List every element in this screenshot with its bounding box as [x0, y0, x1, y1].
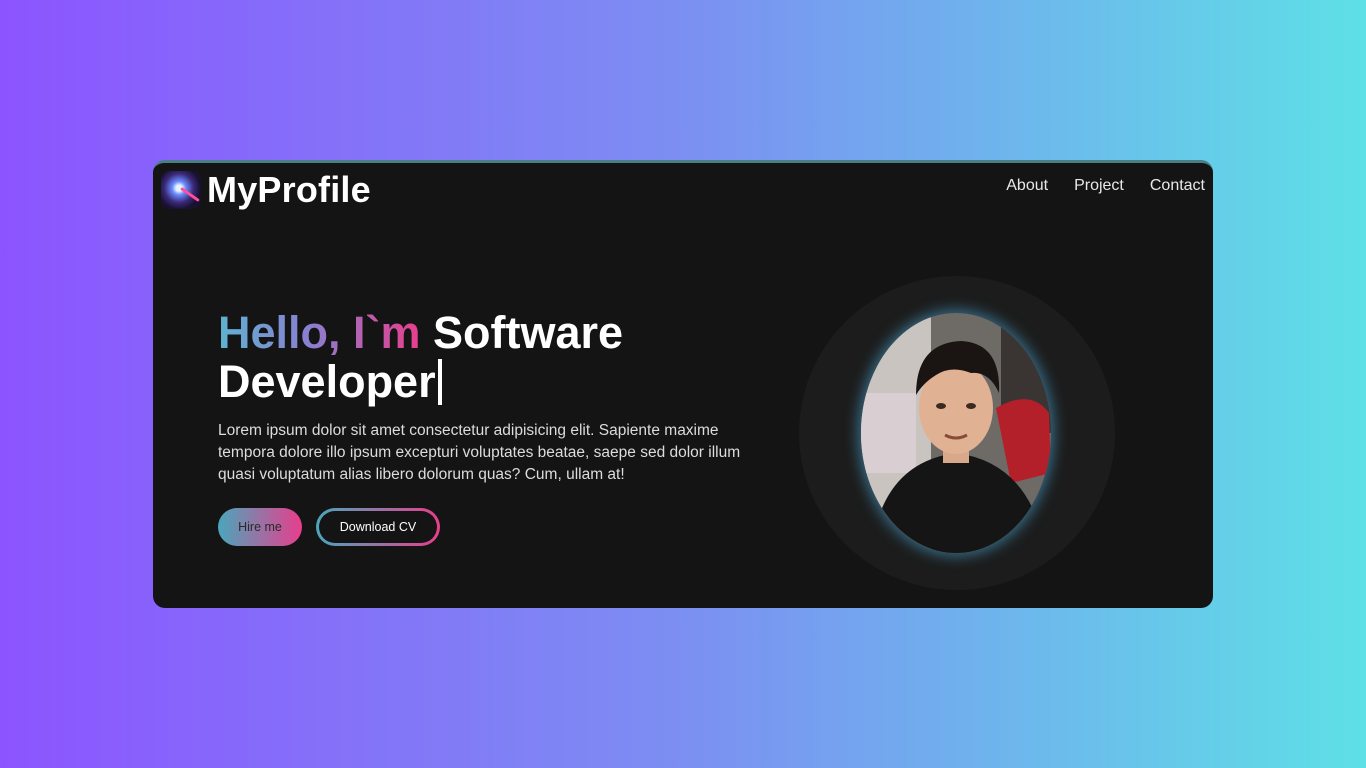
download-cv-button[interactable]: Download CV	[319, 511, 437, 543]
typing-cursor	[437, 359, 442, 405]
hero-role-line1: Software	[433, 307, 624, 358]
hero-role-line2: Developer	[218, 356, 436, 407]
hero-buttons: Hire me Download CV	[218, 508, 778, 546]
hero-description: Lorem ipsum dolor sit amet consectetur a…	[218, 422, 741, 483]
profile-photo	[861, 313, 1051, 553]
navbar: MyProfile About Project Contact	[153, 163, 1213, 219]
brand-name[interactable]: MyProfile	[207, 169, 371, 211]
hire-me-button[interactable]: Hire me	[218, 508, 302, 546]
hero-section: Hello, I`m Software Developer Lorem ipsu…	[218, 308, 778, 546]
profile-photo-image	[861, 313, 1051, 553]
nav-link-project[interactable]: Project	[1074, 177, 1124, 195]
nav-links: About Project Contact	[1006, 177, 1205, 195]
hero-greeting: Hello, I`m	[218, 307, 421, 358]
download-cv-border: Download CV	[316, 508, 440, 546]
hero-headline: Hello, I`m Software Developer	[218, 308, 778, 406]
galaxy-logo-icon[interactable]	[161, 171, 201, 209]
nav-link-about[interactable]: About	[1006, 177, 1048, 195]
profile-card: MyProfile About Project Contact Hello, I…	[153, 160, 1213, 608]
nav-link-contact[interactable]: Contact	[1150, 177, 1205, 195]
